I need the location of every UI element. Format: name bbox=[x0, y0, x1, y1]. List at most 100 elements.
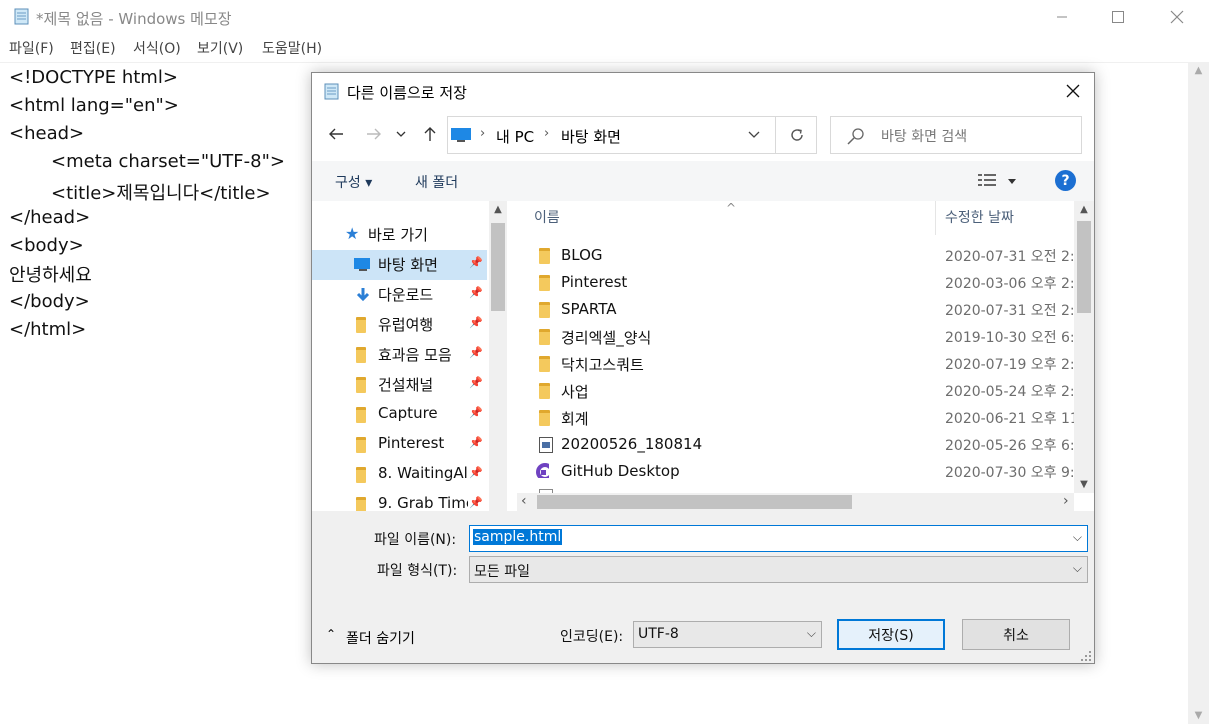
maximize-icon bbox=[1112, 11, 1124, 23]
help-button[interactable]: ? bbox=[1055, 170, 1076, 191]
menu-format[interactable]: 서식(O) bbox=[133, 38, 181, 58]
close-window-button[interactable] bbox=[1154, 0, 1200, 34]
navigation-bar: › 내 PC › 바탕 화면 바탕 화면 검색 bbox=[312, 115, 1094, 155]
nav-item-folder[interactable]: 8. WaitingAlp 📌 bbox=[312, 460, 487, 490]
file-row[interactable]: 닥치고스쿼트 2020-07-19 오후 2: bbox=[529, 350, 1074, 377]
nav-item-label: Capture bbox=[378, 404, 438, 422]
chevron-down-icon bbox=[396, 131, 406, 137]
nav-item-quick-access[interactable]: ★ 바로 가기 bbox=[312, 220, 487, 250]
file-row[interactable]: BLOG 2020-07-31 오전 2: bbox=[529, 242, 1074, 269]
encoding-select[interactable]: UTF-8 ⌵ bbox=[633, 621, 822, 648]
nav-item-desktop[interactable]: 바탕 화면 📌 bbox=[312, 250, 487, 280]
recent-locations-button[interactable] bbox=[394, 123, 408, 145]
nav-item-label: 건설채널 bbox=[378, 376, 434, 394]
cancel-button[interactable]: 취소 bbox=[962, 619, 1070, 650]
scroll-thumb[interactable] bbox=[537, 495, 852, 509]
column-header-date[interactable]: 수정한 날짜 bbox=[945, 207, 1014, 227]
file-date: 2020-07-31 오전 2: bbox=[945, 249, 1074, 265]
nav-item-folder[interactable]: 효과음 모음 📌 bbox=[312, 340, 487, 370]
dialog-close-button[interactable] bbox=[1056, 79, 1090, 103]
filename-input[interactable]: sample.html ⌵ bbox=[469, 525, 1088, 552]
pin-icon: 📌 bbox=[469, 316, 483, 329]
chevron-down-icon[interactable]: ⌵ bbox=[1073, 530, 1082, 545]
scroll-down-arrow-icon[interactable]: ▼ bbox=[1188, 707, 1209, 724]
maximize-button[interactable] bbox=[1095, 0, 1141, 34]
dialog-toolbar: 구성 ▾ 새 폴더 ? bbox=[312, 161, 1094, 201]
sort-caret-icon: ^ bbox=[726, 201, 737, 215]
file-date: 2020-07-19 오후 2: bbox=[945, 357, 1074, 373]
search-input[interactable]: 바탕 화면 검색 bbox=[830, 116, 1082, 154]
pin-icon: 📌 bbox=[469, 256, 483, 269]
computer-icon bbox=[451, 128, 471, 142]
encoding-label: 인코딩(E): bbox=[560, 629, 624, 645]
details-view-icon bbox=[978, 174, 996, 186]
menu-help[interactable]: 도움말(H) bbox=[262, 38, 322, 58]
breadcrumb-separator-icon: › bbox=[480, 126, 486, 141]
organize-button[interactable]: 구성 ▾ bbox=[335, 172, 372, 192]
github-icon bbox=[536, 463, 549, 478]
folder-icon bbox=[356, 377, 366, 393]
scroll-up-arrow-icon[interactable]: ▲ bbox=[489, 201, 507, 218]
folder-icon bbox=[539, 248, 550, 264]
nav-item-folder[interactable]: 건설채널 📌 bbox=[312, 370, 487, 400]
folder-icon bbox=[539, 329, 550, 345]
column-header-name[interactable]: 이름 bbox=[534, 207, 560, 227]
file-row[interactable]: GitHub Desktop 2020-07-30 오후 9: bbox=[529, 458, 1074, 485]
file-row[interactable]: SPARTA 2020-07-31 오전 2: bbox=[529, 296, 1074, 323]
folder-icon bbox=[356, 407, 366, 423]
file-row[interactable]: 회계 2020-06-21 오후 11 bbox=[529, 404, 1074, 431]
view-options-button[interactable] bbox=[978, 173, 1018, 191]
editor-line: 안녕하세요 bbox=[9, 265, 92, 286]
file-name: 사업 bbox=[561, 383, 589, 401]
nav-item-label: 다운로드 bbox=[378, 286, 434, 304]
breadcrumb-desktop[interactable]: 바탕 화면 bbox=[561, 126, 621, 147]
hide-folders-toggle[interactable]: ⌃ 폴더 숨기기 bbox=[326, 627, 446, 647]
nav-pane-scrollbar[interactable]: ▲ bbox=[489, 201, 507, 511]
breadcrumb-my-pc[interactable]: 내 PC bbox=[496, 126, 534, 147]
forward-button[interactable] bbox=[363, 123, 385, 145]
address-bar[interactable]: › 내 PC › 바탕 화면 bbox=[447, 116, 817, 154]
star-icon: ★ bbox=[345, 224, 360, 243]
minimize-button[interactable] bbox=[1039, 0, 1085, 34]
pin-icon: 📌 bbox=[469, 346, 483, 359]
filetype-select[interactable]: 모든 파일 ⌵ bbox=[469, 556, 1088, 583]
download-icon bbox=[356, 288, 370, 302]
nav-item-folder[interactable]: 9. Grab Timer 📌 bbox=[312, 490, 487, 511]
menu-edit[interactable]: 편집(E) bbox=[70, 38, 116, 58]
folder-icon bbox=[539, 275, 550, 291]
menu-file[interactable]: 파일(F) bbox=[9, 38, 54, 58]
scroll-thumb[interactable] bbox=[1077, 221, 1091, 313]
new-folder-button[interactable]: 새 폴더 bbox=[415, 172, 458, 192]
file-name: GitHub Desktop bbox=[561, 462, 680, 480]
scroll-up-arrow-icon[interactable]: ▲ bbox=[1188, 62, 1209, 79]
file-date: 2019-10-30 오전 6: bbox=[945, 330, 1074, 346]
nav-item-label: 유럽여행 bbox=[378, 316, 434, 334]
file-row[interactable]: 경리엑셀_양식 2019-10-30 오전 6: bbox=[529, 323, 1074, 350]
scroll-thumb[interactable] bbox=[491, 223, 505, 311]
file-row[interactable]: Pinterest 2020-03-06 오후 2: bbox=[529, 269, 1074, 296]
nav-item-downloads[interactable]: 다운로드 📌 bbox=[312, 280, 487, 310]
up-button[interactable] bbox=[419, 123, 441, 145]
scroll-down-arrow-icon[interactable]: ▼ bbox=[1074, 476, 1094, 493]
editor-scrollbar[interactable]: ▲ ▼ bbox=[1188, 62, 1209, 724]
file-row[interactable]: 20200526_180814 2020-05-26 오후 6: bbox=[529, 431, 1074, 458]
file-row[interactable]: 사업 2020-05-24 오후 2: bbox=[529, 377, 1074, 404]
nav-item-folder[interactable]: 유럽여행 📌 bbox=[312, 310, 487, 340]
save-button[interactable]: 저장(S) bbox=[837, 619, 945, 650]
chevron-down-icon[interactable] bbox=[748, 131, 760, 139]
nav-item-folder[interactable]: Capture 📌 bbox=[312, 400, 487, 430]
refresh-button[interactable] bbox=[775, 117, 817, 153]
file-list-hscrollbar[interactable]: ‹ › bbox=[517, 493, 1074, 511]
scroll-left-arrow-icon[interactable]: ‹ bbox=[521, 493, 527, 509]
nav-item-folder[interactable]: Pinterest 📌 bbox=[312, 430, 487, 460]
filetype-label: 파일 형식(T): bbox=[377, 563, 458, 579]
scroll-right-arrow-icon[interactable]: › bbox=[1063, 493, 1069, 509]
folder-icon bbox=[539, 356, 550, 372]
file-list-vscrollbar[interactable]: ▲ ▼ bbox=[1074, 201, 1094, 493]
resize-grip-icon[interactable] bbox=[1080, 650, 1092, 662]
file-date: 2020-07-31 오전 2: bbox=[945, 303, 1074, 319]
menu-view[interactable]: 보기(V) bbox=[197, 38, 243, 58]
scroll-up-arrow-icon[interactable]: ▲ bbox=[1074, 201, 1094, 218]
back-button[interactable] bbox=[325, 123, 347, 145]
image-file-icon bbox=[539, 437, 553, 453]
